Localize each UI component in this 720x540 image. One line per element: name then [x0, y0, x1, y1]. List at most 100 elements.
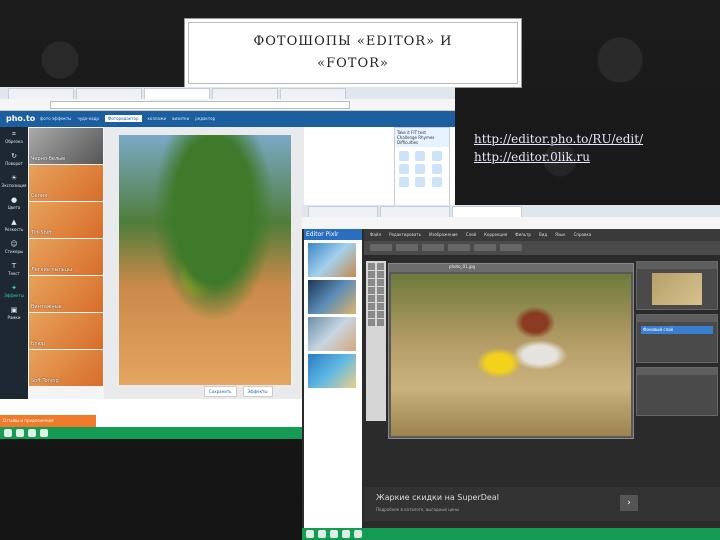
browser-tab-active[interactable]: [144, 88, 210, 99]
sidebar-item-sharpen[interactable]: ▲ Резкость: [0, 215, 28, 237]
taskbar-app-icon[interactable]: [330, 530, 338, 538]
link-editor-0lik[interactable]: http://editor.0lik.ru: [474, 148, 714, 166]
navigator-thumb[interactable]: [652, 273, 702, 305]
browser-tab[interactable]: [308, 206, 378, 217]
menu-item-active[interactable]: Фоторедактор: [104, 115, 142, 122]
browser-tab[interactable]: [76, 88, 142, 99]
toolbox: [366, 261, 386, 421]
filter-thumb[interactable]: Сепия: [29, 165, 103, 201]
menu-item[interactable]: Язык: [555, 232, 565, 238]
effects-icon: ✦: [11, 284, 17, 292]
panel-header[interactable]: [637, 368, 717, 375]
panel-header[interactable]: [637, 315, 717, 322]
address-input[interactable]: [50, 101, 350, 109]
ad-next-button[interactable]: ›: [620, 495, 638, 511]
taskbar-app-icon[interactable]: [40, 429, 48, 437]
menu-item[interactable]: Файл: [370, 232, 381, 238]
edited-photo[interactable]: [119, 135, 291, 385]
tool-icon[interactable]: [376, 303, 384, 310]
filter-thumb[interactable]: Легкие пыльцы: [29, 239, 103, 275]
tool-icon[interactable]: [368, 295, 375, 302]
ad-thumb[interactable]: [308, 280, 356, 314]
ad-tile: [415, 151, 426, 161]
option-control[interactable]: [474, 244, 496, 251]
taskbar-app-icon[interactable]: [342, 530, 350, 538]
tool-icon[interactable]: [376, 279, 384, 286]
sidebar-item-stickers[interactable]: ☺ Стикеры: [0, 237, 28, 259]
sidebar-item-rotate[interactable]: ↻ Поворот: [0, 149, 28, 171]
menu-item[interactable]: чудо-кадр: [77, 116, 99, 122]
menu-item[interactable]: визитки: [172, 116, 189, 122]
browser-tab[interactable]: [380, 206, 450, 217]
layer-row[interactable]: Фоновый слой: [641, 326, 713, 334]
menu-item[interactable]: Слой: [466, 232, 476, 238]
taskbar-app-icon[interactable]: [28, 429, 36, 437]
tool-icon[interactable]: [368, 271, 375, 278]
filter-thumb[interactable]: Блюр: [29, 313, 103, 349]
browser-tab-active[interactable]: [452, 206, 522, 217]
browser-tab[interactable]: [8, 88, 74, 99]
tool-icon[interactable]: [368, 311, 375, 318]
canvas-photo[interactable]: [391, 274, 631, 436]
ad-tile: [431, 151, 442, 161]
browser-tab[interactable]: [280, 88, 346, 99]
sidebar-item-colors[interactable]: ● Цвета: [0, 193, 28, 215]
tool-icon[interactable]: [368, 287, 375, 294]
side-ad[interactable]: Take it FIT test Challenge Rhymes Diffic…: [394, 127, 450, 207]
effects-button[interactable]: Эффекты: [242, 386, 273, 397]
tool-icon[interactable]: [368, 303, 375, 310]
ad-headline: Жаркие скидки на SuperDeal: [376, 493, 499, 502]
save-button[interactable]: Сохранить: [204, 386, 237, 397]
link-editor-pho-to[interactable]: http://editor.pho.to/RU/edit/: [474, 130, 714, 148]
menu-item[interactable]: Редактировать: [389, 232, 421, 238]
taskbar-app-icon[interactable]: [16, 429, 24, 437]
option-control[interactable]: [448, 244, 470, 251]
taskbar-app-icon[interactable]: [354, 530, 362, 538]
option-control[interactable]: [422, 244, 444, 251]
tool-icon[interactable]: [376, 295, 384, 302]
taskbar-app-icon[interactable]: [318, 530, 326, 538]
ad-thumb[interactable]: [308, 317, 356, 351]
app-logo[interactable]: pho.to: [6, 114, 35, 123]
tool-icon[interactable]: [376, 263, 384, 270]
start-icon[interactable]: [306, 530, 314, 538]
editor-logo[interactable]: Editor Pixlr: [304, 229, 362, 240]
option-control[interactable]: [370, 244, 392, 251]
browser-tab[interactable]: [212, 88, 278, 99]
tool-icon[interactable]: [368, 263, 375, 270]
menu-item[interactable]: фото эффекты: [40, 116, 71, 122]
tool-icon[interactable]: [368, 279, 375, 286]
ad-thumb[interactable]: [308, 354, 356, 388]
feedback-bar[interactable]: Отзывы и предложения: [0, 415, 96, 427]
sidebar-item-effects[interactable]: ✦ Эффекты: [0, 281, 28, 303]
option-control[interactable]: [396, 244, 418, 251]
filter-thumb[interactable]: Черно-белые: [29, 128, 103, 164]
menu-item[interactable]: редактор: [195, 116, 215, 122]
filter-thumb[interactable]: Soft Toning: [29, 350, 103, 386]
tool-icon[interactable]: [376, 319, 384, 326]
right-panels: Фоновый слой: [636, 261, 718, 461]
bottom-ad[interactable]: Жаркие скидки на SuperDeal Подробнее в к…: [364, 487, 720, 521]
ad-thumb[interactable]: [308, 243, 356, 277]
sidebar-item-exposure[interactable]: ☀ Экспозиция: [0, 171, 28, 193]
tool-icon[interactable]: [376, 271, 384, 278]
menu-item[interactable]: Коррекция: [484, 232, 507, 238]
menu-item[interactable]: коллажи: [148, 116, 167, 122]
filter-thumb[interactable]: Tilt-Shift: [29, 202, 103, 238]
sidebar-item-text[interactable]: T Текст: [0, 259, 28, 281]
menu-item[interactable]: Вид: [539, 232, 547, 238]
ad-grid: [395, 147, 449, 191]
tool-icon[interactable]: [376, 287, 384, 294]
menu-item[interactable]: Фильтр: [515, 232, 531, 238]
menu-item[interactable]: Изображение: [429, 232, 458, 238]
sidebar-item-crop[interactable]: ⌗ Обрезка: [0, 127, 28, 149]
tool-icon[interactable]: [376, 311, 384, 318]
ad-tile: [399, 177, 409, 187]
start-icon[interactable]: [4, 429, 12, 437]
tool-icon[interactable]: [368, 319, 375, 326]
filter-thumb[interactable]: Винтажные: [29, 276, 103, 312]
sidebar-item-frames[interactable]: ▣ Рамки: [0, 303, 28, 325]
panel-header[interactable]: [637, 262, 717, 269]
option-control[interactable]: [500, 244, 522, 251]
menu-item[interactable]: Справка: [574, 232, 592, 238]
